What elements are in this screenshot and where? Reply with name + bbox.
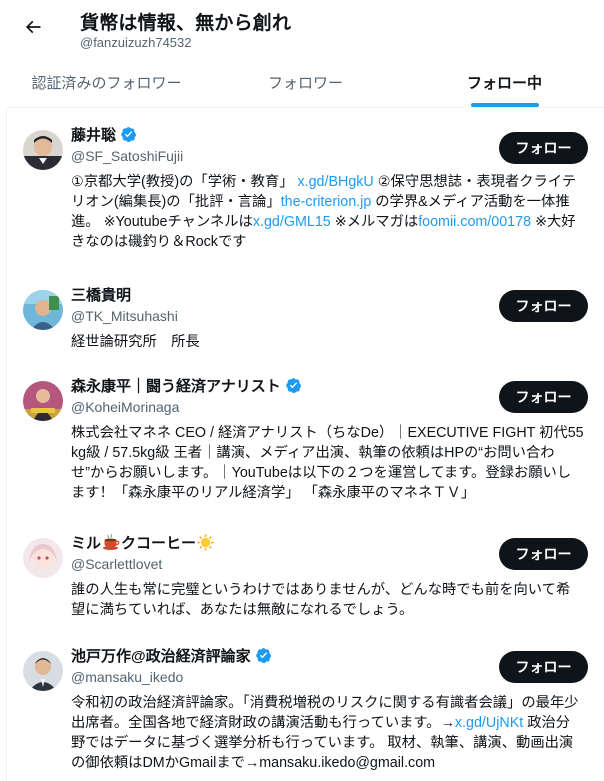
avatar[interactable] bbox=[23, 290, 63, 330]
user-bio: 経世論研究所 所長 bbox=[71, 332, 584, 352]
account-handle: @fanzuizuzh74532 bbox=[80, 35, 192, 50]
user-bio: 令和初の政治経済評論家。「消費税増税のリスクに関する有識者会議」の最年少出席者。… bbox=[71, 693, 584, 773]
tab-bar: 認証済みのフォロワー フォロワー フォロー中 bbox=[7, 57, 604, 108]
bio-link[interactable]: x.gd/GML15 bbox=[253, 214, 331, 230]
avatar[interactable] bbox=[23, 538, 63, 578]
bio-link[interactable]: x.gd/BHgkU bbox=[297, 174, 373, 190]
bio-link[interactable]: foomii.com/00178 bbox=[418, 214, 531, 230]
follow-button[interactable]: フォロー bbox=[499, 651, 588, 683]
avatar[interactable] bbox=[23, 130, 63, 170]
verified-badge-icon bbox=[255, 647, 271, 663]
bio-text: 株式会社マネネ CEO / 経済アナリスト（ちなDe）｜EXECUTIVE FI… bbox=[71, 425, 584, 501]
follow-button[interactable]: フォロー bbox=[499, 381, 588, 413]
user-name[interactable]: 池戸万作@政治経済評論家 bbox=[71, 645, 251, 666]
tab-label: フォロー中 bbox=[466, 74, 542, 92]
coffee-icon bbox=[103, 533, 120, 550]
avatar[interactable] bbox=[23, 651, 63, 691]
user-cell-scarlett[interactable]: ミル クコーヒー @Scarlettlovet 誰の人生も常に完璧というわけでは… bbox=[7, 532, 604, 628]
user-cell-fujii[interactable]: 藤井聡 @SF_SatoshiFujii ①京都大学(教授)の「学術・教育」 x… bbox=[7, 124, 604, 264]
bio-link[interactable]: the-criterion.jp bbox=[281, 194, 372, 210]
tab-label: 認証済みのフォロワー bbox=[31, 74, 182, 92]
tab-followers[interactable]: フォロワー bbox=[206, 57, 405, 107]
user-bio: 株式会社マネネ CEO / 経済アナリスト（ちなDe）｜EXECUTIVE FI… bbox=[71, 423, 584, 503]
bio-text: ※メルマガは bbox=[330, 214, 419, 230]
user-name-part[interactable]: ミル bbox=[71, 532, 101, 553]
header: 貨幣は情報、無から創れ @fanzuizuzh74532 認証済みのフォロワー … bbox=[0, 0, 604, 108]
user-name[interactable]: 藤井聡 bbox=[71, 124, 116, 145]
verified-badge-icon bbox=[121, 126, 137, 142]
page-title: 貨幣は情報、無から創れ bbox=[80, 13, 292, 34]
tab-following[interactable]: フォロー中 bbox=[405, 57, 604, 107]
user-cell-mitsuhashi[interactable]: 三橋貴明 @TK_Mitsuhashi 経世論研究所 所長 フォロー bbox=[7, 284, 604, 356]
bio-link[interactable]: x.gd/UjNKt bbox=[455, 715, 523, 731]
tab-verified-followers[interactable]: 認証済みのフォロワー bbox=[7, 57, 206, 107]
user-bio: ①京都大学(教授)の「学術・教育」 x.gd/BHgkU ②保守思想誌・表現者ク… bbox=[71, 172, 584, 252]
user-cell-morinaga[interactable]: 森永康平｜闘う経済アナリスト @KoheiMorinaga 株式会社マネネ CE… bbox=[7, 375, 604, 513]
follow-button[interactable]: フォロー bbox=[499, 132, 588, 164]
user-name[interactable]: 三橋貴明 bbox=[71, 284, 131, 305]
follow-button[interactable]: フォロー bbox=[499, 538, 588, 570]
bio-text: 誰の人生も常に完璧というわけではありませんが、どんな時でも前を向いて希望に満ちて… bbox=[71, 582, 571, 618]
active-tab-indicator bbox=[470, 103, 539, 107]
avatar[interactable] bbox=[23, 381, 63, 421]
follow-button[interactable]: フォロー bbox=[499, 290, 588, 322]
sun-icon bbox=[197, 533, 214, 551]
back-arrow-icon bbox=[25, 20, 41, 34]
back-button[interactable] bbox=[18, 12, 48, 42]
user-cell-ikedo[interactable]: 池戸万作@政治経済評論家 @mansaku_ikedo 令和初の政治経済評論家。… bbox=[7, 645, 604, 781]
tab-label: フォロワー bbox=[267, 74, 343, 92]
user-name[interactable]: 森永康平｜闘う経済アナリスト bbox=[71, 375, 281, 396]
bio-text: 経世論研究所 所長 bbox=[71, 334, 200, 350]
verified-badge-icon bbox=[285, 377, 301, 393]
user-name-part[interactable]: クコーヒー bbox=[121, 532, 196, 553]
bio-text: ①京都大学(教授)の「学術・教育」 bbox=[71, 174, 298, 190]
user-bio: 誰の人生も常に完璧というわけではありませんが、どんな時でも前を向いて希望に満ちて… bbox=[71, 580, 584, 620]
